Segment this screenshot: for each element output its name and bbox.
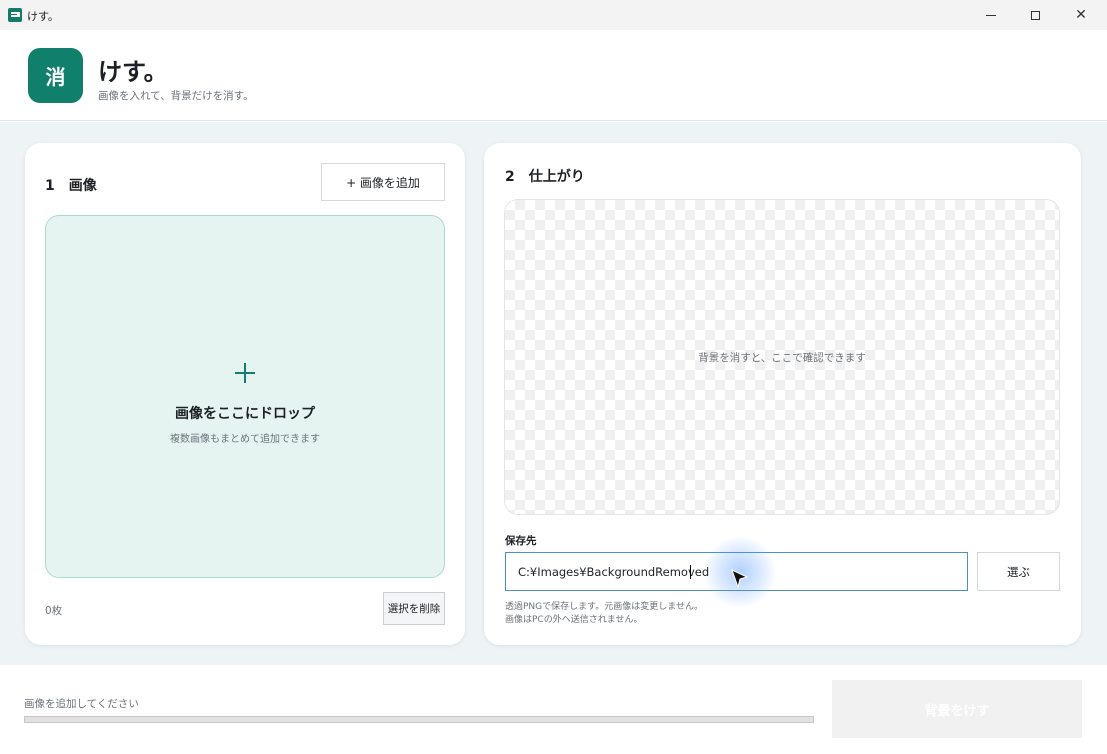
text-caret xyxy=(690,565,691,579)
output-section-title: 2 仕上がり xyxy=(505,166,585,186)
main-area: 1 画像 + 画像を追加 画像をここにドロップ 複数画像もまとめて追加できます 0… xyxy=(0,122,1107,665)
plus-icon xyxy=(235,363,255,383)
save-hint-line: 画像はPCの外へ送信されません。 xyxy=(505,615,643,625)
close-button[interactable]: ✕ xyxy=(1058,0,1104,30)
window-title: けす。 xyxy=(27,10,59,23)
save-hint-line: 透過PNGで保存します。元画像は変更しません。 xyxy=(505,602,703,612)
maximize-icon xyxy=(1030,10,1040,20)
close-icon: ✕ xyxy=(1075,7,1087,23)
result-preview: 背景を消すと、ここで確認できます xyxy=(504,199,1060,515)
app-icon xyxy=(8,8,22,22)
app-name: けす。 xyxy=(98,58,168,86)
title-bar: けす。 ✕ xyxy=(0,0,1107,30)
section-title-text: 仕上がり xyxy=(528,169,585,185)
maximize-button[interactable] xyxy=(1012,0,1058,30)
input-section-title: 1 画像 xyxy=(45,175,97,195)
image-dropzone[interactable]: 画像をここにドロップ 複数画像もまとめて追加できます xyxy=(45,215,445,578)
app-logo: 消 xyxy=(28,48,83,103)
section-number: 1 xyxy=(45,178,55,194)
app-header: 消 けす。 画像を入れて、背景だけを消す。 xyxy=(0,30,1107,121)
minimize-button[interactable] xyxy=(968,0,1014,30)
minimize-icon xyxy=(986,14,996,16)
mouse-cursor-icon xyxy=(731,569,749,589)
remove-background-button[interactable]: 背景をけす xyxy=(832,680,1082,738)
app-subtitle: 画像を入れて、背景だけを消す。 xyxy=(98,90,254,102)
footer-bar: 画像を追加してください 背景をけす xyxy=(0,665,1107,754)
preview-placeholder: 背景を消すと、ここで確認できます xyxy=(698,352,866,364)
save-hint: 透過PNGで保存します。元画像は変更しません。 画像はPCの外へ送信されません。 xyxy=(505,601,703,627)
choose-folder-button[interactable]: 選ぶ xyxy=(977,552,1060,591)
dropzone-title: 画像をここにドロップ xyxy=(175,406,315,422)
status-text: 画像を追加してください xyxy=(24,698,139,710)
progress-bar xyxy=(24,716,814,723)
add-image-button[interactable]: + 画像を追加 xyxy=(321,163,445,201)
section-number: 2 xyxy=(505,169,515,185)
input-card: 1 画像 + 画像を追加 画像をここにドロップ 複数画像もまとめて追加できます 0… xyxy=(25,143,465,645)
dropzone-subtitle: 複数画像もまとめて追加できます xyxy=(170,434,320,445)
output-card: 2 仕上がり 背景を消すと、ここで確認できます 保存先 選ぶ 透過PNGで保存しま… xyxy=(484,143,1081,645)
delete-selected-button[interactable]: 選択を削除 xyxy=(383,592,445,625)
save-location-label: 保存先 xyxy=(505,535,537,547)
section-title-text: 画像 xyxy=(68,178,97,194)
image-count: 0枚 xyxy=(45,605,63,617)
